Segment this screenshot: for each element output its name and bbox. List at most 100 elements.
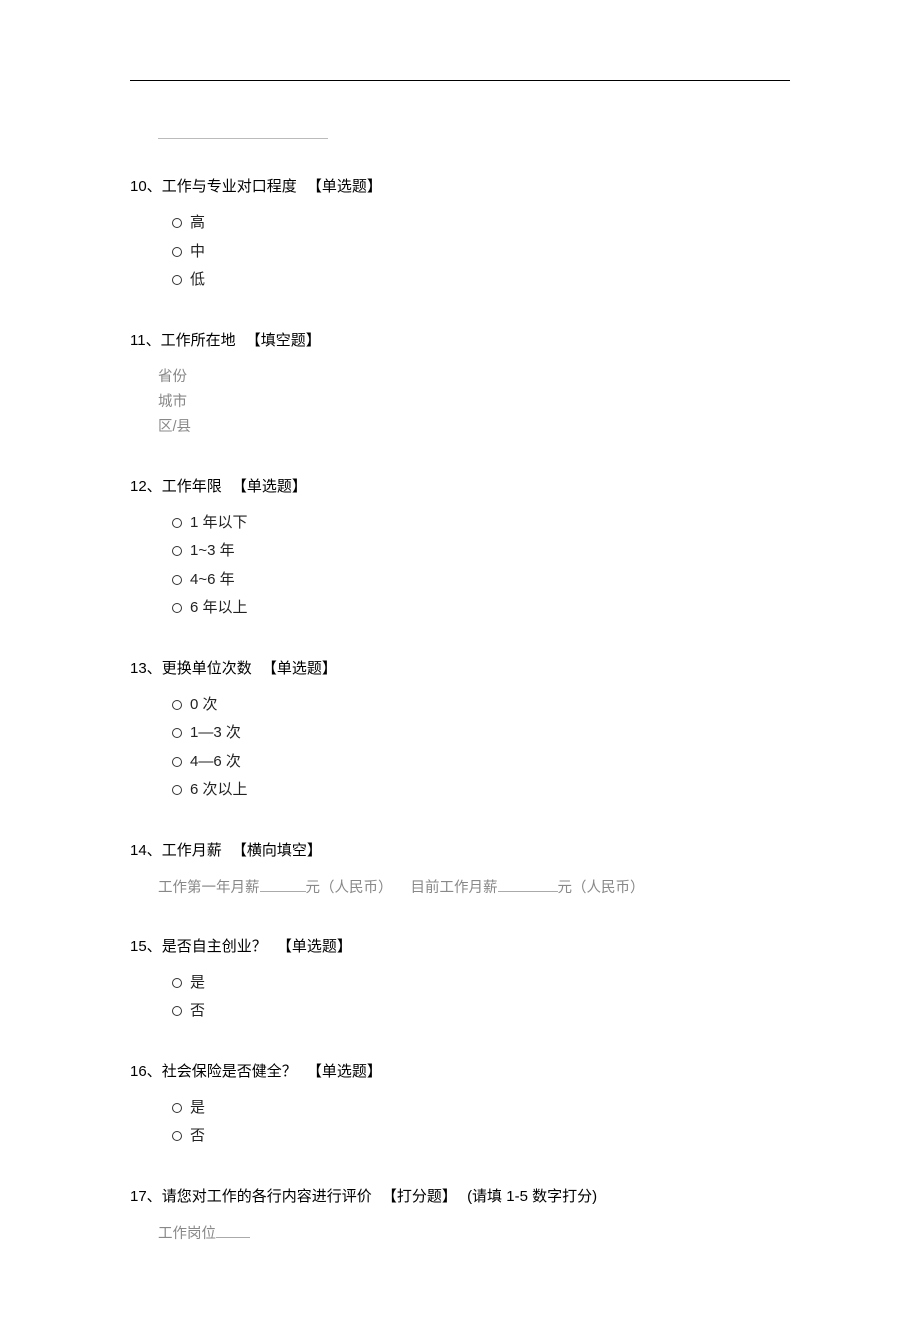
salary-first-year-blank[interactable] [260, 878, 306, 892]
question-title: 14、工作月薪 【横向填空】 [130, 839, 790, 863]
option-label: 1 年以下 [190, 509, 248, 538]
question-17: 17、请您对工作的各行内容进行评价 【打分题】 (请填 1-5 数字打分) 工作… [130, 1185, 790, 1247]
fill-field-city[interactable]: 城市 [158, 390, 790, 415]
radio-icon [172, 247, 182, 257]
radio-icon [172, 603, 182, 613]
radio-option[interactable]: 0 次 [172, 691, 790, 720]
radio-option[interactable]: 1—3 次 [172, 719, 790, 748]
radio-option[interactable]: 是 [172, 969, 790, 998]
fill-suffix-2: 元（人民币） [558, 880, 645, 896]
question-text: 工作年限 [162, 478, 222, 495]
radio-icon [172, 1131, 182, 1141]
question-type-tag: 【打分题】 [382, 1188, 457, 1205]
radio-option[interactable]: 高 [172, 209, 790, 238]
radio-option[interactable]: 4—6 次 [172, 748, 790, 777]
question-number: 10、 [130, 178, 162, 195]
question-15: 15、是否自主创业？ 【单选题】 是 否 [130, 935, 790, 1026]
radio-icon [172, 575, 182, 585]
fill-prefix-1: 工作第一年月薪 [158, 880, 260, 896]
question-text: 工作所在地 [161, 332, 236, 349]
top-horizontal-rule [130, 80, 790, 81]
question-number: 17、 [130, 1188, 162, 1205]
question-text: 工作与专业对口程度 [162, 178, 297, 195]
radio-option[interactable]: 低 [172, 266, 790, 295]
radio-option[interactable]: 是 [172, 1094, 790, 1123]
question-number: 11、 [130, 332, 161, 349]
question-number: 13、 [130, 660, 162, 677]
option-label: 高 [190, 209, 205, 238]
radio-icon [172, 700, 182, 710]
question-text: 工作月薪 [162, 842, 222, 859]
radio-option[interactable]: 1 年以下 [172, 509, 790, 538]
options-list: 高 中 低 [130, 209, 790, 295]
question-11: 11、工作所在地 【填空题】 省份 城市 区/县 [130, 329, 790, 441]
previous-answer-blank[interactable] [158, 121, 328, 139]
option-label: 低 [190, 266, 205, 295]
radio-icon [172, 1103, 182, 1113]
question-text: 更换单位次数 [162, 660, 252, 677]
horizontal-fill-line: 工作第一年月薪 元（人民币） 目前工作月薪 元（人民币） [130, 873, 790, 901]
question-title: 10、工作与专业对口程度 【单选题】 [130, 175, 790, 199]
question-type-tag: 【单选题】 [307, 1063, 382, 1080]
question-type-tag: 【单选题】 [232, 478, 307, 495]
radio-icon [172, 757, 182, 767]
option-label: 6 年以上 [190, 594, 248, 623]
radio-icon [172, 218, 182, 228]
fill-field-province[interactable]: 省份 [158, 365, 790, 390]
question-type-tag: 【填空题】 [246, 332, 321, 349]
question-text: 社会保险是否健全？ [162, 1063, 297, 1080]
radio-option[interactable]: 1~3 年 [172, 537, 790, 566]
radio-option[interactable]: 6 次以上 [172, 776, 790, 805]
question-number: 14、 [130, 842, 162, 859]
radio-icon [172, 546, 182, 556]
options-list: 1 年以下 1~3 年 4~6 年 6 年以上 [130, 509, 790, 623]
salary-current-blank[interactable] [498, 878, 558, 892]
question-title: 13、更换单位次数 【单选题】 [130, 657, 790, 681]
radio-icon [172, 978, 182, 988]
question-16: 16、社会保险是否健全？ 【单选题】 是 否 [130, 1060, 790, 1151]
rating-field-label: 工作岗位 [158, 1226, 216, 1242]
radio-option[interactable]: 6 年以上 [172, 594, 790, 623]
radio-icon [172, 518, 182, 528]
fill-prefix-2: 目前工作月薪 [411, 880, 498, 896]
question-title: 12、工作年限 【单选题】 [130, 475, 790, 499]
radio-icon [172, 785, 182, 795]
question-12: 12、工作年限 【单选题】 1 年以下 1~3 年 4~6 年 6 年以上 [130, 475, 790, 623]
fill-suffix-1: 元（人民币） [306, 880, 393, 896]
option-label: 6 次以上 [190, 776, 248, 805]
option-label: 1~3 年 [190, 537, 235, 566]
radio-option[interactable]: 中 [172, 238, 790, 267]
question-type-tag: 【单选题】 [262, 660, 337, 677]
question-title: 15、是否自主创业？ 【单选题】 [130, 935, 790, 959]
fill-fields: 省份 城市 区/县 [130, 363, 790, 441]
question-number: 15、 [130, 938, 162, 955]
question-title: 17、请您对工作的各行内容进行评价 【打分题】 (请填 1-5 数字打分) [130, 1185, 790, 1209]
option-label: 否 [190, 1122, 205, 1151]
question-14: 14、工作月薪 【横向填空】 工作第一年月薪 元（人民币） 目前工作月薪 元（人民币… [130, 839, 790, 901]
question-title: 16、社会保险是否健全？ 【单选题】 [130, 1060, 790, 1084]
question-13: 13、更换单位次数 【单选题】 0 次 1—3 次 4—6 次 6 次以上 [130, 657, 790, 805]
question-text: 请您对工作的各行内容进行评价 [162, 1188, 372, 1205]
question-10: 10、工作与专业对口程度 【单选题】 高 中 低 [130, 175, 790, 295]
radio-icon [172, 728, 182, 738]
question-type-tag: 【单选题】 [277, 938, 352, 955]
question-number: 16、 [130, 1063, 162, 1080]
radio-icon [172, 1006, 182, 1016]
question-title: 11、工作所在地 【填空题】 [130, 329, 790, 353]
option-label: 中 [190, 238, 205, 267]
option-label: 4—6 次 [190, 748, 241, 777]
document-page: 10、工作与专业对口程度 【单选题】 高 中 低 11、工作所在地 【填空题】 … [0, 0, 920, 1341]
radio-option[interactable]: 否 [172, 997, 790, 1026]
question-text: 是否自主创业？ [162, 938, 267, 955]
question-type-tag: 【单选题】 [307, 178, 382, 195]
radio-option[interactable]: 4~6 年 [172, 566, 790, 595]
option-label: 1—3 次 [190, 719, 241, 748]
fill-field-district[interactable]: 区/县 [158, 415, 790, 440]
question-note: (请填 1-5 数字打分) [467, 1188, 597, 1205]
radio-option[interactable]: 否 [172, 1122, 790, 1151]
option-label: 否 [190, 997, 205, 1026]
rating-blank-job-position[interactable] [216, 1224, 250, 1238]
options-list: 是 否 [130, 969, 790, 1026]
options-list: 是 否 [130, 1094, 790, 1151]
option-label: 0 次 [190, 691, 218, 720]
